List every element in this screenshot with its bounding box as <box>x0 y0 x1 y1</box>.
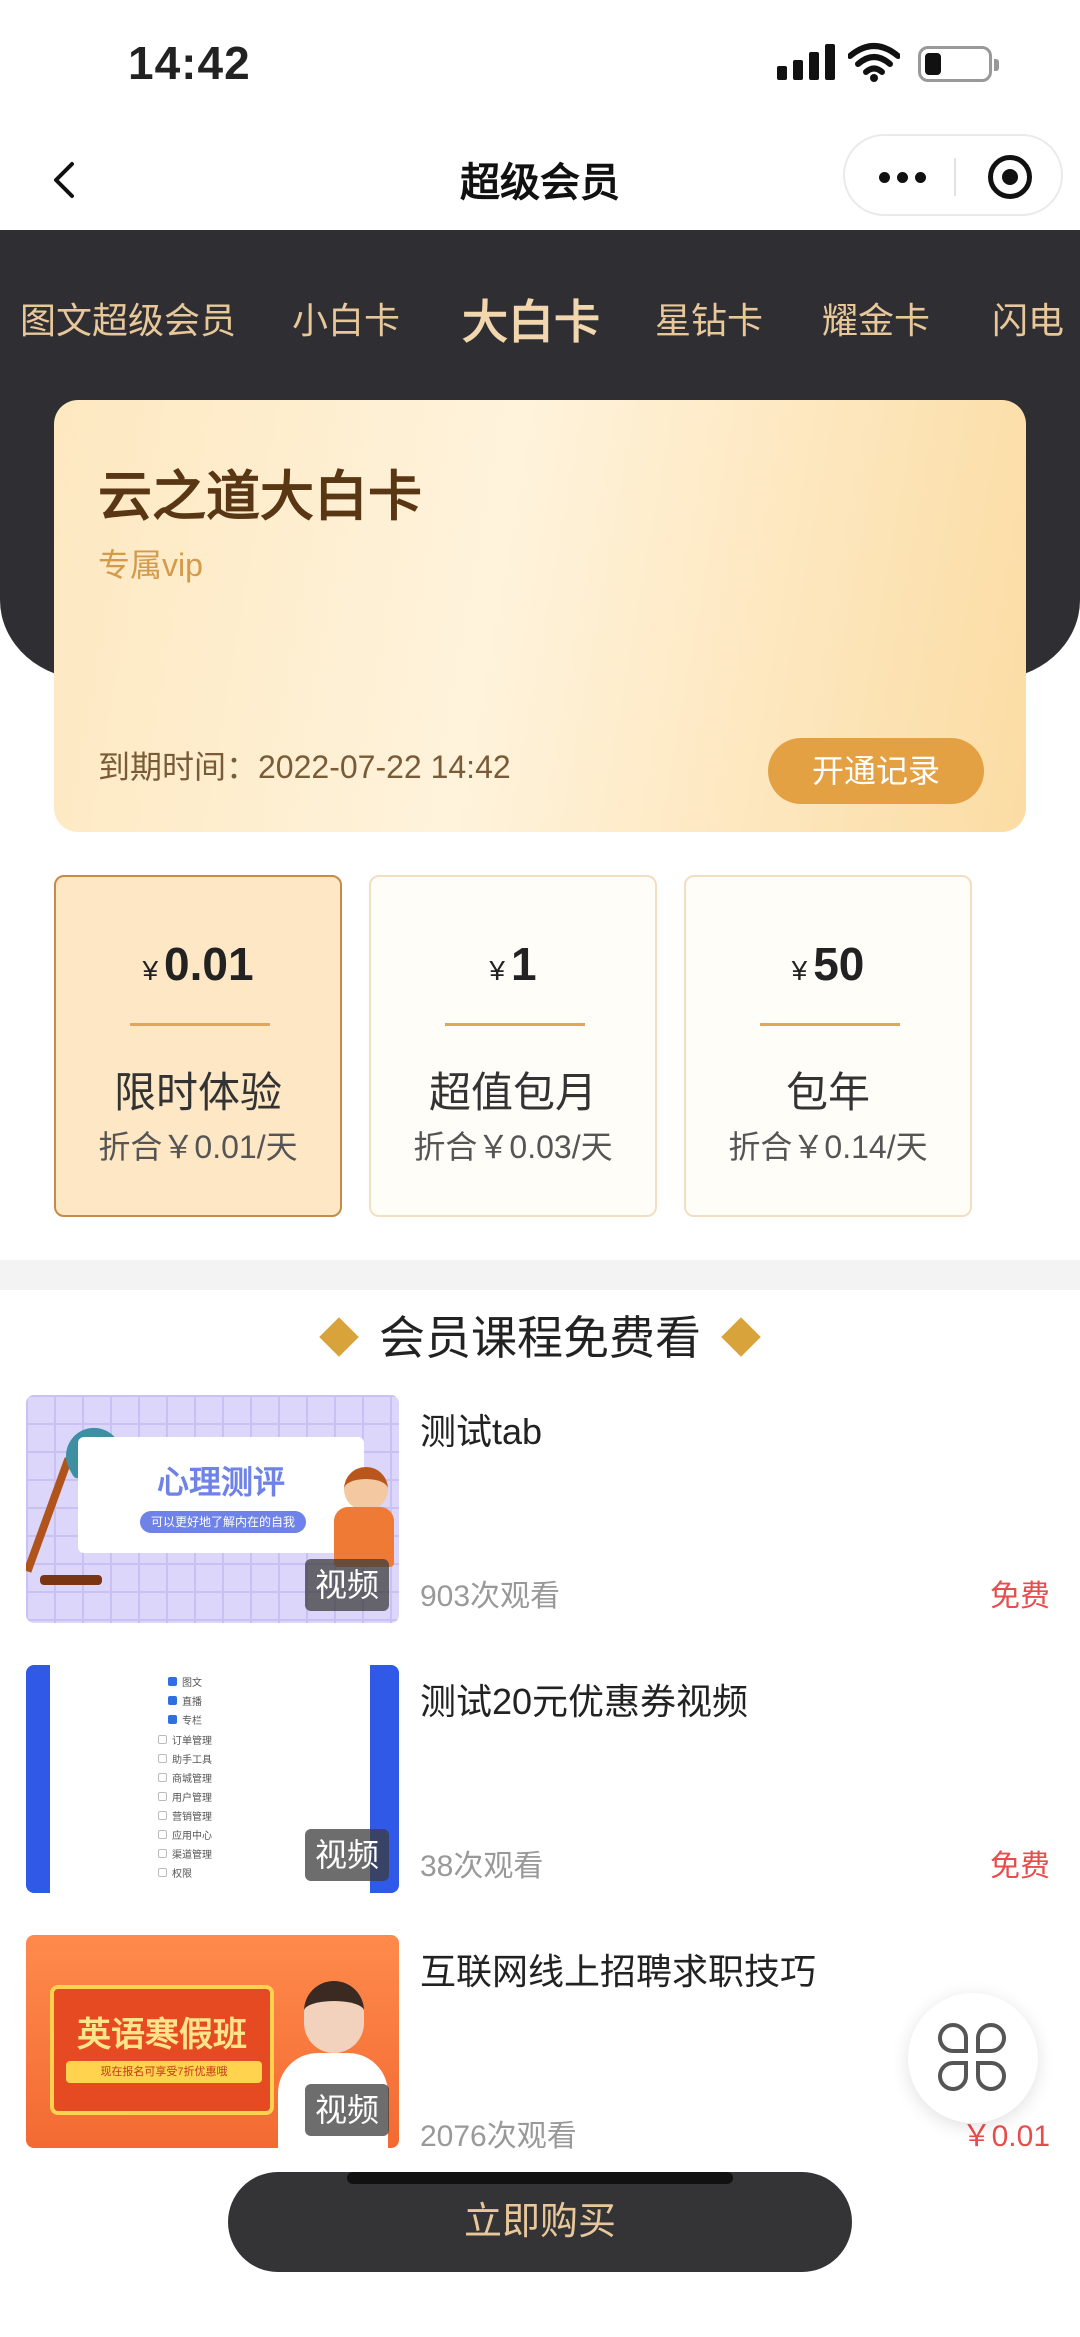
card-title: 云之道大白卡 <box>98 467 422 527</box>
video-badge: 视频 <box>304 1829 389 1881</box>
video-badge: 视频 <box>304 1559 389 1611</box>
thumbnail-title: 心理测评 <box>156 1464 285 1500</box>
status-bar: 14:42 <box>0 0 1080 130</box>
course-thumbnail: 英语寒假班 现在报名可享受7折优惠哦 视频 <box>26 1935 399 2148</box>
tab-graphic-super-member[interactable]: 图文超级会员 <box>20 292 236 344</box>
battery-icon <box>918 46 999 82</box>
wifi-icon <box>848 43 900 82</box>
menu-line: 渠道管理 <box>172 1850 212 1861</box>
plan-option-monthly[interactable]: ¥1 超值包月 折合￥0.03/天 <box>369 875 657 1217</box>
plan-divider <box>130 1023 270 1026</box>
menu-line: 图文 <box>182 1678 202 1689</box>
status-time: 14:42 <box>128 37 251 89</box>
checkbox-icon <box>158 1849 167 1858</box>
plan-divider <box>760 1023 900 1026</box>
plan-divider <box>445 1023 585 1026</box>
video-badge: 视频 <box>304 2084 389 2136</box>
course-views: 38次观看 <box>420 1850 544 1883</box>
kid-illustration <box>344 1467 388 1511</box>
plan-name: 限时体验 <box>113 1069 282 1116</box>
membership-tabs: 图文超级会员 小白卡 大白卡 星钻卡 耀金卡 闪电 <box>0 230 1080 400</box>
open-record-button[interactable]: 开通记录 <box>768 738 984 804</box>
more-icon[interactable] <box>879 172 929 184</box>
tab-gold-card[interactable]: 耀金卡 <box>822 292 930 344</box>
checkbox-icon <box>168 1696 177 1705</box>
thumbnail-title: 英语寒假班 <box>77 2016 247 2054</box>
course-views: 903次观看 <box>420 1580 561 1613</box>
floating-menu-button[interactable] <box>908 1993 1038 2123</box>
home-indicator <box>347 2172 733 2184</box>
membership-card: 云之道大白卡 专属vip 到期时间：2022-07-22 14:42 开通记录 <box>54 400 1026 832</box>
course-thumbnail: 图文 直播 专栏 订单管理 助手工具 商城管理 用户管理 营销管理 应用中心 渠… <box>26 1665 399 1893</box>
course-item[interactable]: 图文 直播 专栏 订单管理 助手工具 商城管理 用户管理 营销管理 应用中心 渠… <box>0 1665 1080 1895</box>
close-miniprogram-icon[interactable] <box>988 155 1032 199</box>
course-title: 互联网线上招聘求职技巧 <box>420 1951 817 1992</box>
checkbox-icon <box>158 1792 167 1801</box>
course-item[interactable]: 心理测评 可以更好地了解内在的自我 视频 测试tab 903次观看 免费 <box>0 1395 1080 1625</box>
lamp-base <box>40 1575 102 1585</box>
thumbnail-board: 心理测评 可以更好地了解内在的自我 <box>78 1437 364 1553</box>
plan-price: ¥0.01 <box>142 938 254 990</box>
course-price: 免费 <box>990 1580 1050 1613</box>
menu-line: 订单管理 <box>172 1736 212 1747</box>
tab-small-white-card[interactable]: 小白卡 <box>292 292 400 344</box>
card-subtitle: 专属vip <box>98 547 203 583</box>
kid-body <box>334 1507 394 1567</box>
plan-name: 超值包月 <box>428 1069 597 1116</box>
checkbox-icon <box>158 1754 167 1763</box>
buy-now-button[interactable]: 立即购买 <box>228 2172 852 2272</box>
course-views: 2076次观看 <box>420 2120 577 2153</box>
checkbox-icon <box>168 1677 177 1686</box>
plan-daily-price: 折合￥0.01/天 <box>98 1129 298 1165</box>
plan-option-trial[interactable]: ¥0.01 限时体验 折合￥0.01/天 <box>54 875 342 1217</box>
plan-option-yearly[interactable]: ¥50 包年 折合￥0.14/天 <box>684 875 972 1217</box>
card-expire-time: 到期时间：2022-07-22 14:42 <box>98 749 511 785</box>
thumbnail-sign: 英语寒假班 现在报名可享受7折优惠哦 <box>50 1985 274 2115</box>
menu-line: 商城管理 <box>172 1774 212 1785</box>
person-illustration <box>304 1981 364 2053</box>
plan-price: ¥1 <box>489 938 537 990</box>
course-title: 测试20元优惠券视频 <box>420 1681 749 1722</box>
checkbox-icon <box>158 1811 167 1820</box>
tab-big-white-card[interactable]: 大白卡 <box>462 286 600 352</box>
thumbnail-subtitle: 可以更好地了解内在的自我 <box>140 1511 306 1533</box>
checkbox-icon <box>168 1715 177 1724</box>
menu-line: 助手工具 <box>172 1755 212 1766</box>
checkbox-icon <box>158 1830 167 1839</box>
thumbnail-subtitle: 现在报名可享受7折优惠哦 <box>66 2061 262 2083</box>
capsule-divider <box>954 158 956 196</box>
menu-line: 直播 <box>182 1697 202 1708</box>
grid-icon <box>938 2023 1008 2093</box>
plan-daily-price: 折合￥0.03/天 <box>413 1129 613 1165</box>
menu-line: 应用中心 <box>172 1831 212 1842</box>
menu-line: 营销管理 <box>172 1812 212 1823</box>
plan-daily-price: 折合￥0.14/天 <box>728 1129 928 1165</box>
lamp-illustration <box>26 1457 73 1573</box>
menu-line: 用户管理 <box>172 1793 212 1804</box>
checkbox-icon <box>158 1735 167 1744</box>
course-price: 免费 <box>990 1850 1050 1883</box>
checkbox-icon <box>158 1773 167 1782</box>
section-divider <box>0 1260 1080 1290</box>
section-title: 会员课程免费看 <box>379 1312 701 1364</box>
menu-line: 权限 <box>172 1869 192 1880</box>
checkbox-icon <box>158 1868 167 1877</box>
signal-icon <box>777 44 835 80</box>
miniprogram-capsule <box>843 134 1063 216</box>
plan-name: 包年 <box>785 1069 870 1116</box>
course-title: 测试tab <box>420 1411 543 1452</box>
nav-bar: 超级会员 <box>0 130 1080 230</box>
tab-lightning-card[interactable]: 闪电 <box>992 292 1064 344</box>
course-thumbnail: 心理测评 可以更好地了解内在的自我 视频 <box>26 1395 399 1623</box>
menu-line: 专栏 <box>182 1716 202 1727</box>
plan-price: ¥50 <box>791 938 865 990</box>
tab-star-diamond-card[interactable]: 星钻卡 <box>655 292 763 344</box>
